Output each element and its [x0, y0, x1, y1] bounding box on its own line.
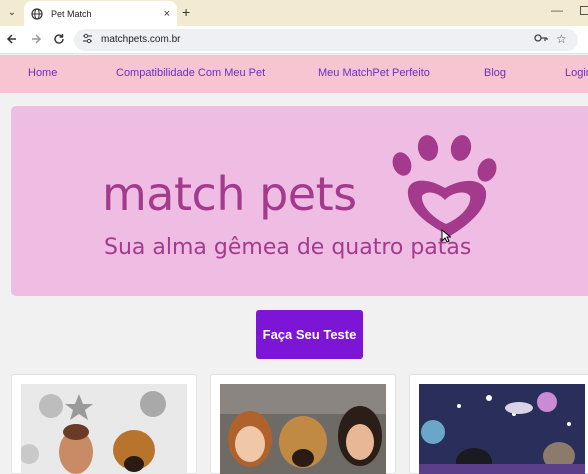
hero-banner: match pets Sua alma gêmea de quatro pata… [11, 106, 588, 296]
card-photo [220, 384, 386, 474]
forward-icon[interactable] [28, 31, 44, 47]
omnibox[interactable]: matchpets.com.br ☆ [74, 29, 578, 51]
maximize-icon[interactable] [580, 6, 588, 15]
card-image[interactable] [210, 374, 396, 474]
key-icon[interactable] [534, 33, 548, 46]
take-test-button[interactable]: Faça Seu Teste [256, 310, 363, 359]
card-image[interactable] [409, 374, 588, 474]
close-icon[interactable]: × [164, 8, 170, 20]
star-icon[interactable]: ☆ [556, 32, 567, 46]
nav-home[interactable]: Home [28, 67, 57, 79]
hero-logo-text: match pets [102, 167, 357, 221]
nav-meu-matchpet[interactable]: Meu MatchPet Perfeito [318, 67, 430, 79]
url-text[interactable]: matchpets.com.br [101, 34, 180, 45]
paw-heart-icon [392, 135, 497, 236]
chevron-down-icon[interactable]: ⌄ [4, 4, 20, 20]
browser-tab[interactable]: Pet Match × [24, 1, 177, 26]
nav-login[interactable]: Login [565, 67, 588, 79]
nav-compatibilidade[interactable]: Compatibilidade Com Meu Pet [116, 67, 265, 79]
card-illustration [21, 384, 187, 474]
browser-tab-bar: ⌄ Pet Match × + — [0, 0, 588, 26]
site-nav: Home Compatibilidade Com Meu Pet Meu Mat… [0, 55, 588, 93]
back-icon[interactable] [4, 31, 20, 47]
minimize-icon[interactable]: — [551, 3, 563, 17]
card-fantasy-art [419, 384, 585, 474]
reload-icon[interactable] [51, 31, 67, 47]
globe-icon [31, 7, 43, 20]
address-toolbar: matchpets.com.br ☆ [0, 26, 588, 73]
nav-blog[interactable]: Blog [484, 67, 506, 79]
tab-title: Pet Match [51, 8, 92, 19]
site-info-icon[interactable] [82, 33, 93, 47]
cursor-icon [441, 229, 451, 243]
plus-icon[interactable]: + [182, 4, 190, 20]
card-image[interactable] [11, 374, 197, 474]
